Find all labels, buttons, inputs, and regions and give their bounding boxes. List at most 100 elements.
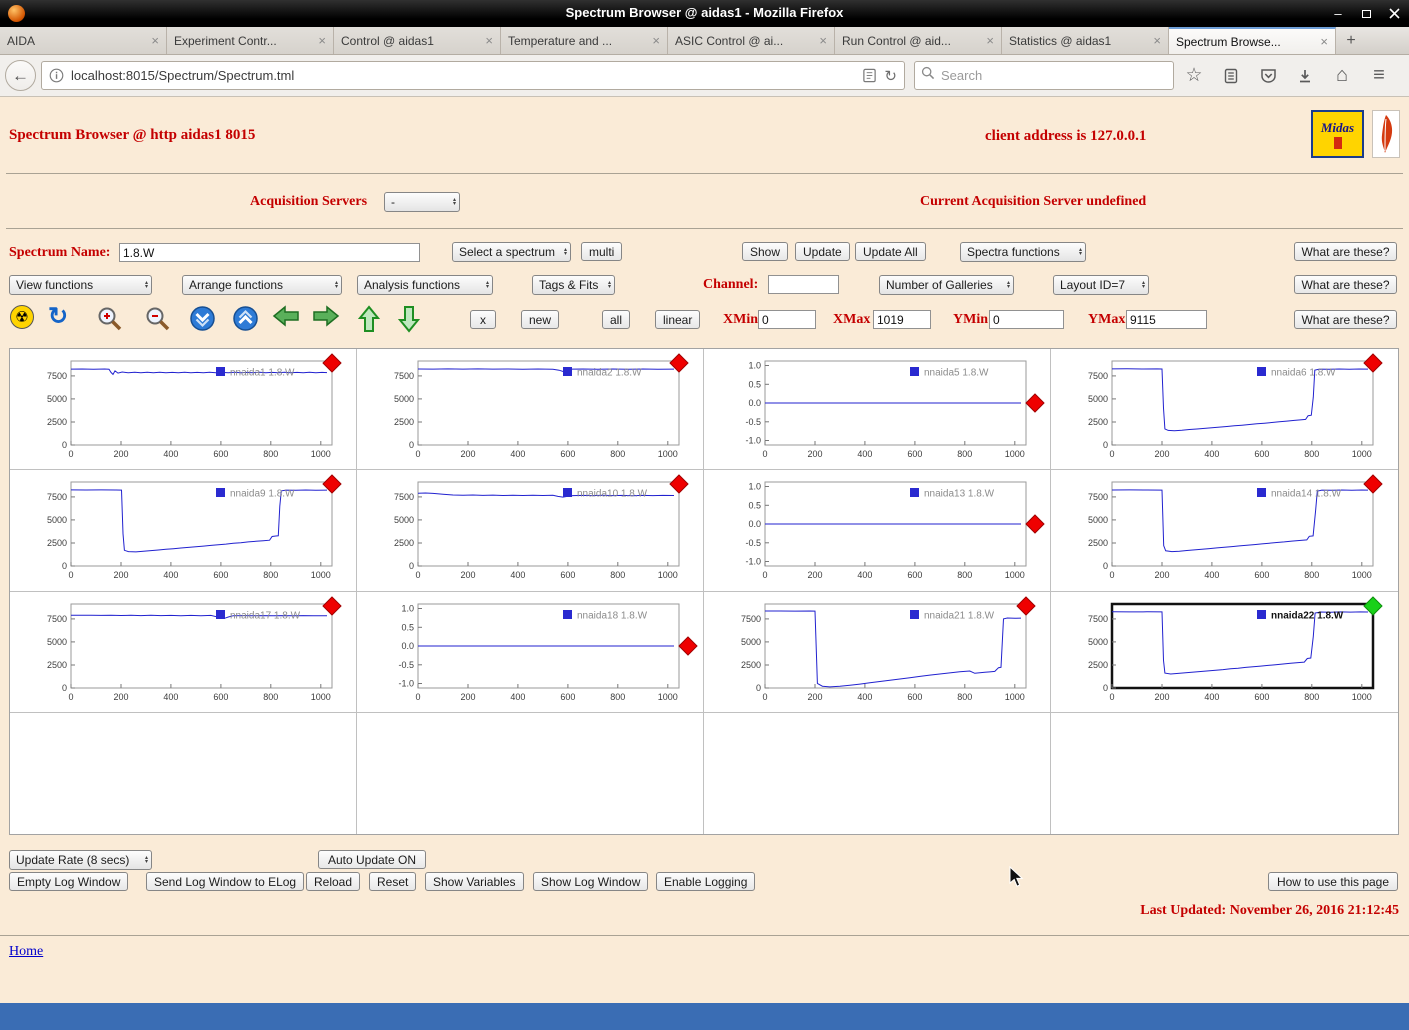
arrange-functions-dropdown[interactable]: Arrange functions ▴ ▾ [182,275,342,295]
close-button[interactable] [1387,7,1401,21]
tab-close-icon[interactable]: × [652,34,660,47]
refresh-icon[interactable]: ↻ [48,305,68,329]
new-tab-button[interactable]: + [1336,27,1366,54]
minimize-button[interactable]: – [1331,6,1345,21]
zoom-in-icon[interactable] [96,305,124,333]
tcl-logo[interactable] [1372,110,1400,158]
chart-cell-nnaida9[interactable]: 0 2500 5000 7500 0 200 400 600 800 1000 nnaida9 1.… [10,470,357,592]
update-rate-dropdown[interactable]: Update Rate (8 secs) ▴ ▾ [9,850,152,870]
url-bar[interactable]: localhost:8015/Spectrum/Spectrum.tml ↻ [41,61,905,90]
update-button[interactable]: Update [795,242,850,261]
back-button[interactable]: ← [5,60,36,91]
arrow-left-icon[interactable] [272,305,300,327]
xmin-input[interactable] [758,310,816,329]
svg-text:800: 800 [957,449,972,459]
pocket-icon[interactable] [1258,66,1278,86]
chart-cell-nnaida13[interactable]: 1.0 0.5 0.0 -0.5 -1.0 0 200 400 600 800 1000 nnaida… [704,470,1051,592]
select-spectrum-dropdown[interactable]: Select a spectrum ▴ ▾ [452,242,571,262]
chart-cell-nnaida6[interactable]: 0 2500 5000 7500 0 200 400 600 800 1000 nnaida6 1.… [1051,349,1398,471]
ymin-input[interactable] [989,310,1064,329]
tags-fits-dropdown[interactable]: Tags & Fits ▴ ▾ [532,275,615,295]
site-info-icon[interactable] [49,68,64,83]
x-button[interactable]: x [470,310,496,329]
tab-close-icon[interactable]: × [485,34,493,47]
what-are-these-button-1[interactable]: What are these? [1294,242,1397,261]
ymax-input[interactable] [1126,310,1207,329]
update-all-button[interactable]: Update All [855,242,926,261]
maximize-button[interactable] [1359,7,1373,21]
tab-asic-control-ai[interactable]: ASIC Control @ ai... × [668,27,835,54]
tab-control-aidas1[interactable]: Control @ aidas1 × [334,27,501,54]
new-button[interactable]: new [521,310,560,329]
number-of-galleries-dropdown[interactable]: Number of Galleries ▴ ▾ [879,275,1014,295]
how-to-use-button[interactable]: How to use this page [1268,872,1398,891]
midas-logo[interactable]: Midas [1311,110,1364,158]
what-are-these-button-2[interactable]: What are these? [1294,275,1397,294]
chart-cell-nnaida10[interactable]: 0 2500 5000 7500 0 200 400 600 800 1000 nnaida10 1… [357,470,704,592]
tab-spectrum-browse[interactable]: Spectrum Browse... × [1169,27,1336,54]
spectra-functions-dropdown[interactable]: Spectra functions ▴ ▾ [960,242,1086,262]
search-input[interactable] [941,68,1167,83]
acquisition-server-select[interactable]: - ▴ ▾ [384,192,460,212]
chart-cell-nnaida14[interactable]: 0 2500 5000 7500 0 200 400 600 800 1000 nnaida14 1… [1051,470,1398,592]
scroll-up-icon[interactable] [232,305,259,332]
chart-cell-nnaida18[interactable]: 1.0 0.5 0.0 -0.5 -1.0 0 200 400 600 800 1000 nnaida… [357,591,704,713]
arrow-right-icon[interactable] [312,305,340,327]
nuclear-icon[interactable]: ☢ [10,305,34,329]
view-functions-dropdown[interactable]: View functions ▴ ▾ [9,275,152,295]
home-icon[interactable]: ⌂ [1332,64,1352,86]
tab-statistics-aidas1[interactable]: Statistics @ aidas1 × [1002,27,1169,54]
tab-temperature-and[interactable]: Temperature and ... × [501,27,668,54]
layout-id-value: Layout ID=7 [1060,278,1126,292]
layout-id-dropdown[interactable]: Layout ID=7 ▴ ▾ [1053,275,1149,295]
linear-button[interactable]: linear [655,310,701,329]
search-box[interactable] [914,61,1174,90]
spectrum-name-input[interactable] [119,243,420,262]
chart-cell-nnaida21[interactable]: 0 2500 5000 7500 0 200 400 600 800 1000 nnaida21 1… [704,591,1051,713]
multi-button[interactable]: multi [581,242,623,261]
reload-icon[interactable]: ↻ [884,67,897,85]
analysis-functions-dropdown[interactable]: Analysis functions ▴ ▾ [357,275,493,295]
chart-cell-nnaida5[interactable]: 1.0 0.5 0.0 -0.5 -1.0 0 200 400 600 800 1000 nnaida… [704,349,1051,471]
tab-experiment-contr[interactable]: Experiment Contr... × [167,27,334,54]
tab-close-icon[interactable]: × [819,34,827,47]
tab-close-icon[interactable]: × [151,34,159,47]
tab-close-icon[interactable]: × [318,34,326,47]
arrow-down-icon[interactable] [398,305,420,333]
empty-log-window-button[interactable]: Empty Log Window [9,872,129,891]
chart-cell-nnaida1[interactable]: 0 2500 5000 7500 0 200 400 600 800 1000 nnaida1 1.… [10,349,357,471]
download-icon[interactable] [1295,66,1315,86]
all-button[interactable]: all [602,310,631,329]
tab-close-icon[interactable]: × [1153,34,1161,47]
tab-close-icon[interactable]: × [986,34,994,47]
zoom-out-icon[interactable] [144,305,172,333]
tab-run-control-aid[interactable]: Run Control @ aid... × [835,27,1002,54]
svg-text:800: 800 [263,449,278,459]
bookmarks-menu-icon[interactable] [1221,66,1241,86]
svg-text:0: 0 [62,561,67,571]
tab-close-icon[interactable]: × [1320,35,1328,48]
arrow-up-icon[interactable] [358,305,380,333]
home-link[interactable]: Home [9,944,43,960]
scroll-down-icon[interactable] [189,305,216,332]
show-button[interactable]: Show [742,242,789,261]
url-text[interactable]: localhost:8015/Spectrum/Spectrum.tml [71,68,855,83]
enable-logging-button[interactable]: Enable Logging [656,872,756,891]
xmax-input[interactable] [873,310,931,329]
send-log-window-to-elog-button[interactable]: Send Log Window to ELog [146,872,305,891]
reader-mode-icon[interactable] [862,68,877,83]
tab-label: Control @ aidas1 [341,33,434,48]
show-log-window-button[interactable]: Show Log Window [533,872,649,891]
tab-aida[interactable]: AIDA × [0,27,167,54]
chart-cell-nnaida2[interactable]: 0 2500 5000 7500 0 200 400 600 800 1000 nnaida2 1.… [357,349,704,471]
bookmark-star-icon[interactable]: ☆ [1184,65,1204,86]
show-variables-button[interactable]: Show Variables [425,872,524,891]
channel-input[interactable] [768,275,839,294]
chart-cell-nnaida22[interactable]: 0 2500 5000 7500 0 200 400 600 800 1000 nnaida22 1… [1051,591,1398,713]
reload-button[interactable]: Reload [306,872,361,891]
what-are-these-button-3[interactable]: What are these? [1294,310,1397,329]
auto-update-button[interactable]: Auto Update ON [318,850,426,869]
chart-cell-nnaida17[interactable]: 0 2500 5000 7500 0 200 400 600 800 1000 nnaida17 1… [10,591,357,713]
menu-icon[interactable]: ≡ [1369,64,1389,86]
reset-button[interactable]: Reset [369,872,417,891]
